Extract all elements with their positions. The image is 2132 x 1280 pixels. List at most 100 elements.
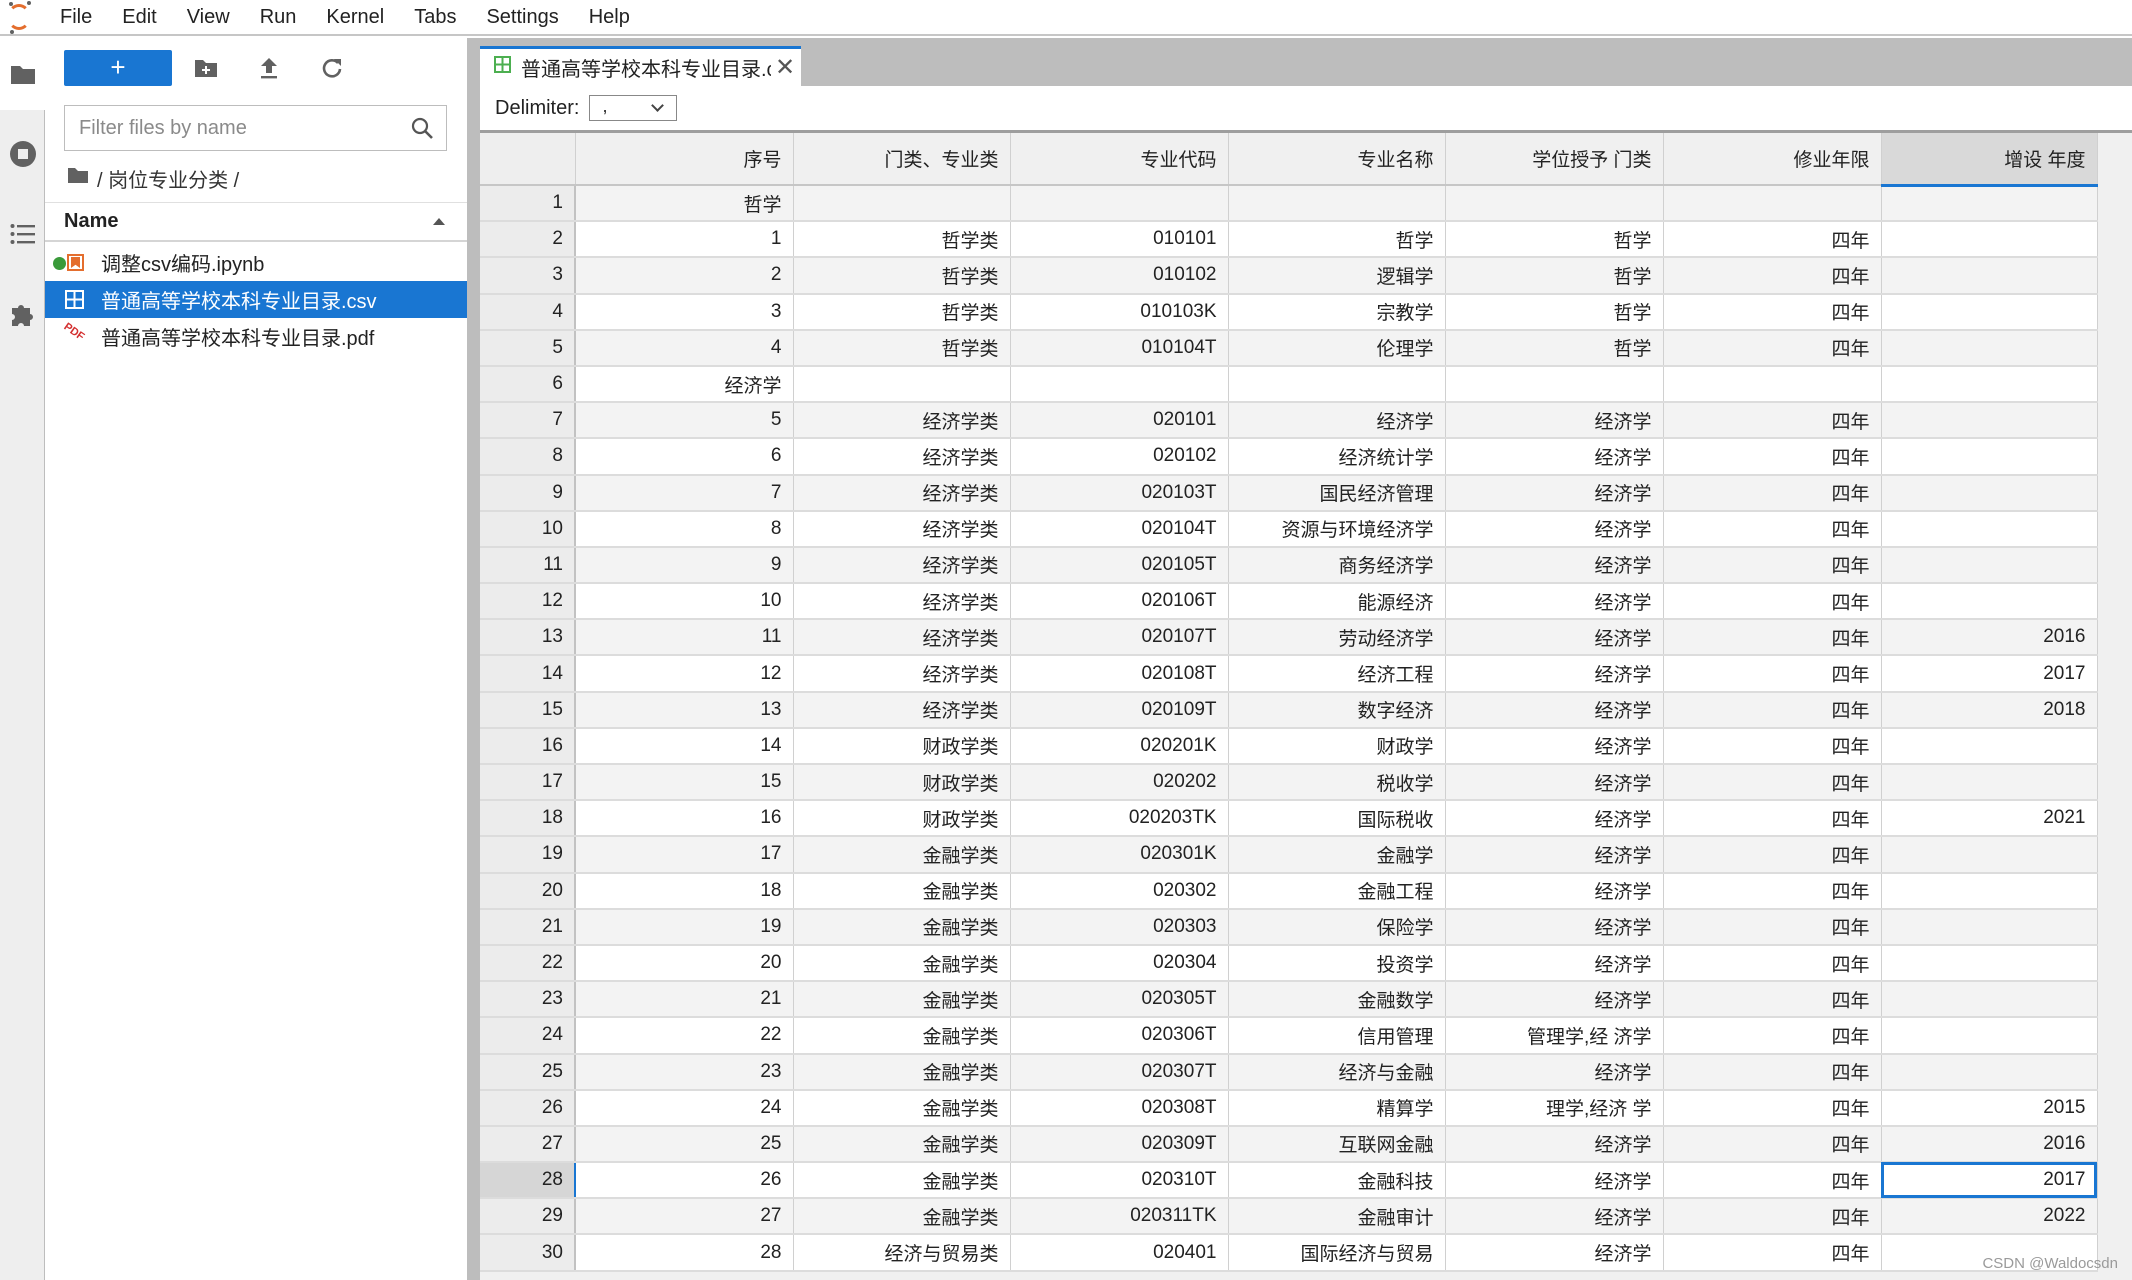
extension-puzzle-icon[interactable] [9, 300, 37, 328]
grid-cell[interactable]: 经济学 [1445, 1198, 1664, 1236]
grid-cell[interactable] [1881, 583, 2098, 621]
grid-cell[interactable]: 经济学 [1445, 1125, 1664, 1164]
grid-cell[interactable]: 020307T [1010, 1053, 1229, 1091]
grid-cell[interactable]: 020106T [1010, 583, 1229, 621]
grid-cell[interactable]: 财政学类 [793, 764, 1011, 802]
grid-cell[interactable]: 财政学类 [793, 800, 1011, 838]
grid-cell[interactable]: 四年 [1663, 655, 1882, 693]
file-item-csv[interactable]: 普通高等学校本科专业目录.csv [45, 281, 467, 318]
grid-cell[interactable]: 经济学 [1445, 438, 1664, 476]
grid-cell[interactable]: 2016 [1881, 619, 2098, 657]
grid-cell[interactable]: 金融学类 [793, 1089, 1011, 1127]
row-header[interactable]: 20 [480, 872, 576, 910]
menu-settings[interactable]: Settings [471, 0, 573, 35]
grid-cell[interactable]: 23 [575, 1053, 794, 1091]
row-header[interactable]: 15 [480, 691, 576, 729]
upload-icon[interactable] [255, 54, 283, 82]
grid-cell[interactable]: 020105T [1010, 546, 1229, 585]
grid-cell[interactable]: 020303 [1010, 908, 1229, 946]
grid-cell[interactable]: 经济学 [1445, 619, 1664, 657]
grid-cell[interactable]: 15 [575, 764, 794, 802]
grid-cell[interactable]: 互联网金融 [1228, 1125, 1446, 1164]
column-header[interactable]: 序号 [575, 133, 794, 186]
row-header[interactable]: 13 [480, 619, 576, 657]
column-header[interactable]: 修业年限 [1663, 133, 1882, 186]
row-header[interactable]: 10 [480, 510, 576, 548]
grid-cell[interactable]: 商务经济学 [1228, 546, 1446, 585]
grid-cell[interactable]: 四年 [1663, 1162, 1882, 1200]
grid-cell[interactable] [1881, 764, 2098, 802]
grid-cell[interactable]: 经济学 [1445, 764, 1664, 802]
row-header[interactable]: 6 [480, 365, 576, 404]
grid-cell[interactable] [1881, 402, 2098, 440]
row-header[interactable]: 5 [480, 329, 576, 367]
filter-files-field[interactable] [64, 105, 447, 151]
grid-cell[interactable]: 四年 [1663, 402, 1882, 440]
row-header[interactable]: 24 [480, 1017, 576, 1055]
grid-cell[interactable]: 经济学 [1228, 402, 1446, 440]
grid-cell[interactable]: 010102 [1010, 257, 1229, 295]
grid-cell[interactable]: 劳动经济学 [1228, 619, 1446, 657]
row-header[interactable]: 22 [480, 944, 576, 983]
grid-cell[interactable]: 哲学 [1445, 221, 1664, 259]
row-header[interactable]: 26 [480, 1089, 576, 1127]
grid-cell[interactable]: 国际经济与贸易 [1228, 1234, 1446, 1272]
grid-cell[interactable]: 经济与金融 [1228, 1053, 1446, 1091]
grid-cell[interactable]: 四年 [1663, 293, 1882, 331]
close-tab-icon[interactable]: ✕ [775, 55, 795, 79]
grid-cell[interactable]: 2015 [1881, 1089, 2098, 1127]
menu-edit[interactable]: Edit [107, 0, 171, 35]
grid-cell[interactable] [1881, 257, 2098, 295]
grid-cell[interactable]: 金融科技 [1228, 1162, 1446, 1200]
grid-cell[interactable]: 020107T [1010, 619, 1229, 657]
grid-cell[interactable] [1881, 981, 2098, 1019]
grid-cell[interactable]: 经济统计学 [1228, 438, 1446, 476]
grid-cell[interactable]: 精算学 [1228, 1089, 1446, 1127]
grid-cell[interactable]: 四年 [1663, 329, 1882, 367]
grid-cell[interactable]: 16 [575, 800, 794, 838]
grid-cell[interactable]: 管理学,经 济学 [1445, 1017, 1664, 1055]
grid-cell[interactable] [1881, 365, 2098, 404]
grid-cell[interactable] [1010, 365, 1229, 404]
grid-cell[interactable]: 经济学类 [793, 655, 1011, 693]
menu-kernel[interactable]: Kernel [311, 0, 399, 35]
grid-cell[interactable]: 四年 [1663, 944, 1882, 983]
grid-cell[interactable] [1881, 329, 2098, 367]
grid-cell[interactable]: 经济学 [1445, 981, 1664, 1019]
grid-cell[interactable]: 020104T [1010, 510, 1229, 548]
grid-cell[interactable]: 2 [575, 257, 794, 295]
grid-cell[interactable]: 经济学 [1445, 1234, 1664, 1272]
grid-cell[interactable]: 国际税收 [1228, 800, 1446, 838]
grid-cell[interactable]: 25 [575, 1125, 794, 1164]
grid-cell[interactable]: 金融学类 [793, 1198, 1011, 1236]
grid-cell[interactable]: 010104T [1010, 329, 1229, 367]
grid-cell[interactable]: 11 [575, 619, 794, 657]
grid-cell[interactable]: 4 [575, 329, 794, 367]
grid-cell[interactable]: 四年 [1663, 1234, 1882, 1272]
file-item-notebook[interactable]: 调整csv编码.ipynb [45, 244, 467, 281]
grid-cell[interactable]: 伦理学 [1228, 329, 1446, 367]
grid-cell[interactable]: 四年 [1663, 727, 1882, 766]
grid-cell[interactable]: 四年 [1663, 1125, 1882, 1164]
row-header[interactable]: 17 [480, 764, 576, 802]
delimiter-select[interactable]: , [589, 95, 678, 121]
grid-cell[interactable]: 经济学类 [793, 583, 1011, 621]
grid-cell[interactable]: 3 [575, 293, 794, 331]
grid-cell[interactable] [1881, 1053, 2098, 1091]
grid-cell[interactable]: 经济学 [1445, 944, 1664, 983]
grid-cell[interactable]: 经济学 [1445, 583, 1664, 621]
grid-cell[interactable]: 经济学类 [793, 402, 1011, 440]
grid-cell[interactable]: 经济学类 [793, 691, 1011, 729]
grid-cell[interactable]: 010101 [1010, 221, 1229, 259]
grid-cell[interactable]: 四年 [1663, 221, 1882, 259]
grid-cell[interactable] [1881, 727, 2098, 766]
grid-cell[interactable]: 哲学 [575, 185, 794, 223]
grid-cell[interactable]: 2022 [1881, 1198, 2098, 1236]
grid-cell[interactable]: 税收学 [1228, 764, 1446, 802]
grid-cell[interactable]: 28 [575, 1234, 794, 1272]
row-header[interactable]: 4 [480, 293, 576, 331]
grid-cell[interactable]: 2021 [1881, 800, 2098, 838]
grid-cell[interactable]: 经济学类 [793, 619, 1011, 657]
grid-cell[interactable]: 020306T [1010, 1017, 1229, 1055]
grid-cell[interactable]: 金融工程 [1228, 872, 1446, 910]
